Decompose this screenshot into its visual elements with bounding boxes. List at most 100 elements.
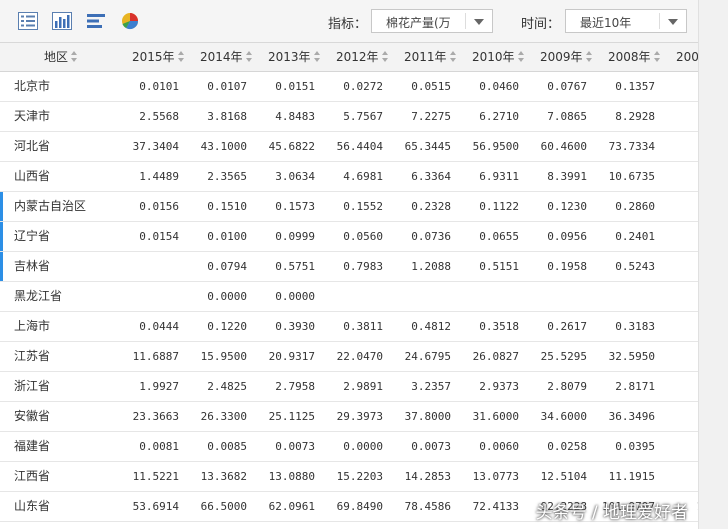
value-cell: 72.4133 [472, 500, 519, 513]
header-year-label: 2014年 [200, 50, 243, 64]
header-year-2014[interactable]: 2014年 [200, 43, 253, 71]
value-cell: 13.0880 [268, 470, 315, 483]
value-cell: 45.6822 [268, 140, 315, 153]
value-cell: 73.7334 [608, 140, 655, 153]
value-cell: 11.1915 [608, 470, 655, 483]
value-cell: 0.1958 [547, 260, 587, 273]
watermark: 头条号 / 地理爱好者 [535, 503, 688, 523]
indicator-select[interactable]: 棉花产量(万 [371, 9, 493, 33]
value-cell: 23.3663 [132, 410, 179, 423]
value-cell: 0.1510 [207, 200, 247, 213]
value-cell: 13.3682 [200, 470, 247, 483]
value-cell: 29.3973 [336, 410, 383, 423]
value-cell: 0.0073 [275, 440, 315, 453]
value-cell: 4.6981 [343, 170, 383, 183]
scrollbar[interactable] [698, 0, 728, 529]
header-year-label: 2010年 [472, 50, 515, 64]
header-year-label: 2015年 [132, 50, 175, 64]
header-year-2011[interactable]: 2011年 [404, 43, 457, 71]
value-cell [313, 282, 383, 311]
table-row[interactable]: 吉林省 0.0794 0.5751 0.7983 1.2088 0.5151 0.1958 0… [0, 252, 698, 282]
value-cell: 4.8483 [275, 110, 315, 123]
header-year-2012[interactable]: 2012年 [336, 43, 389, 71]
value-cell: 0.0000 [275, 290, 315, 303]
chevron-down-icon [474, 19, 484, 25]
region-cell: 山东省 [14, 499, 51, 513]
value-cell: 2.5568 [139, 110, 179, 123]
sort-icon [177, 51, 185, 62]
value-cell: 12. [653, 462, 698, 491]
value-cell: 5.7567 [343, 110, 383, 123]
value-cell: 0.4812 [411, 320, 451, 333]
value-cell: 0.0999 [275, 230, 315, 243]
sort-icon [313, 51, 321, 62]
header-year-label: 2011年 [404, 50, 447, 64]
table-row[interactable]: 天津市 2.5568 3.8168 4.8483 5.7567 7.2275 6.2710 7… [0, 102, 698, 132]
table-row[interactable]: 辽宁省 0.0154 0.0100 0.0999 0.0560 0.0736 0.0655 0… [0, 222, 698, 252]
value-cell: 31.6000 [472, 410, 519, 423]
header-year-2010[interactable]: 2010年 [472, 43, 525, 71]
value-cell: 24.6795 [404, 350, 451, 363]
table-header: 地区 2015年 2014年 2013年 2012年 2011年 2010年 2… [0, 43, 698, 72]
value-cell: 60.4600 [540, 140, 587, 153]
table-row[interactable]: 上海市 0.0444 0.1220 0.3930 0.3811 0.4812 0.3518 0… [0, 312, 698, 342]
value-cell: 1.9927 [139, 380, 179, 393]
table-row[interactable]: 黑龙江省 0.0000 0.0000 [0, 282, 698, 312]
table-row[interactable]: 内蒙古自治区 0.0156 0.1510 0.1573 0.1552 0.2328 0.11… [0, 192, 698, 222]
value-cell: 2.8171 [615, 380, 655, 393]
value-cell: 0.0560 [343, 230, 383, 243]
value-cell: 0.3811 [343, 320, 383, 333]
region-cell: 河北省 [14, 139, 51, 153]
header-year-2013[interactable]: 2013年 [268, 43, 321, 71]
table-row[interactable]: 江西省 11.5221 13.3682 13.0880 15.2203 14.2853 13… [0, 462, 698, 492]
table-row[interactable]: 河北省 37.3404 43.1000 45.6822 56.4404 65.3445 56… [0, 132, 698, 162]
bar-chart-icon[interactable] [52, 12, 72, 30]
value-cell: 13.0773 [472, 470, 519, 483]
table-row[interactable]: 北京市 0.0101 0.0107 0.0151 0.0272 0.0515 0.0460 0… [0, 72, 698, 102]
pie-chart-icon[interactable] [120, 12, 140, 30]
value-cell: 0.5751 [275, 260, 315, 273]
region-cell: 安徽省 [14, 409, 51, 423]
value-cell: 0.3183 [615, 320, 655, 333]
table-row[interactable]: 江苏省 11.6887 15.9500 20.9317 22.0470 24.6795 26… [0, 342, 698, 372]
value-cell [517, 282, 587, 311]
value-cell: 1.4489 [139, 170, 179, 183]
sort-icon [585, 51, 593, 62]
value-cell: 69.8490 [336, 500, 383, 513]
value-cell: 0. [653, 252, 698, 281]
header-year-2007[interactable]: 2007 [676, 43, 698, 71]
table-row[interactable]: 浙江省 1.9927 2.4825 2.7958 2.9891 3.2357 2.9373 2… [0, 372, 698, 402]
header-year-2008[interactable]: 2008年 [608, 43, 661, 71]
value-cell: 0.0081 [139, 440, 179, 453]
value-cell: 0.2617 [547, 320, 587, 333]
value-cell: 22.0470 [336, 350, 383, 363]
value-cell: 0.2401 [615, 230, 655, 243]
sort-icon [449, 51, 457, 62]
value-cell: 56.4404 [336, 140, 383, 153]
value-cell: 6.2710 [479, 110, 519, 123]
horizontal-bar-chart-icon[interactable] [86, 12, 106, 30]
value-cell: 0.0272 [343, 80, 383, 93]
table-row[interactable]: 安徽省 23.3663 26.3300 25.1125 29.3973 37.8000 31… [0, 402, 698, 432]
value-cell: 66.5000 [200, 500, 247, 513]
value-cell: 3.2357 [411, 380, 451, 393]
table-row[interactable]: 山西省 1.4489 2.3565 3.0634 4.6981 6.3364 6.9311 8… [0, 162, 698, 192]
value-cell: 25.1125 [268, 410, 315, 423]
value-cell: 0.1357 [615, 80, 655, 93]
value-cell [449, 282, 519, 311]
table-view-icon[interactable] [18, 12, 38, 30]
value-cell [381, 282, 451, 311]
value-cell: 0.1220 [207, 320, 247, 333]
value-cell: 37.3404 [132, 140, 179, 153]
time-select[interactable]: 最近10年 [565, 9, 687, 33]
header-year-2015[interactable]: 2015年 [132, 43, 185, 71]
header-year-2009[interactable]: 2009年 [540, 43, 593, 71]
table-row[interactable]: 福建省 0.0081 0.0085 0.0073 0.0000 0.0073 0.0060 0… [0, 432, 698, 462]
value-cell: 37.8000 [404, 410, 451, 423]
value-cell: 0.0151 [275, 80, 315, 93]
value-cell: 2.3565 [207, 170, 247, 183]
value-cell: 0.0107 [207, 80, 247, 93]
header-region[interactable]: 地区 [44, 43, 78, 71]
value-cell: 14.2853 [404, 470, 451, 483]
value-cell: 0. [653, 72, 698, 101]
